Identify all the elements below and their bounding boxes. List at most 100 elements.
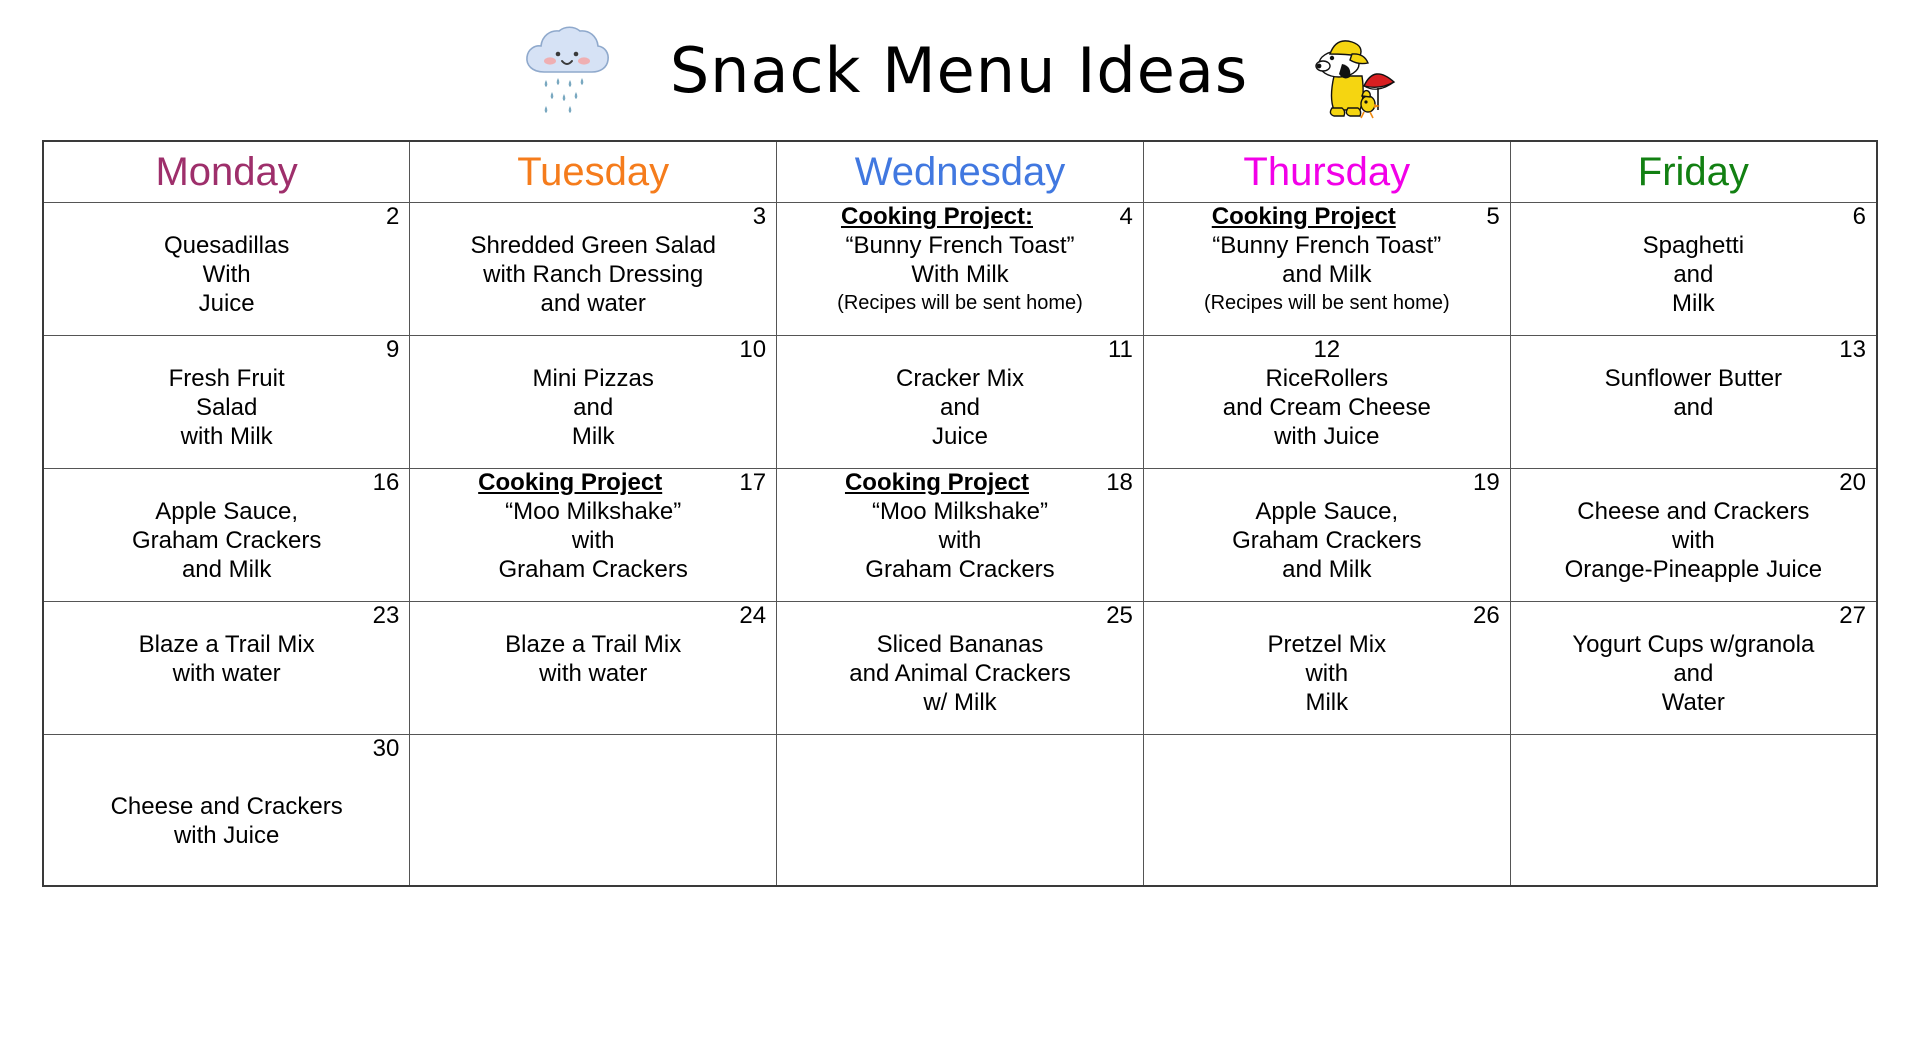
day-number: 12 (1313, 336, 1341, 363)
calendar-day-cell[interactable]: 6 Spaghetti and Milk (1509, 202, 1878, 336)
day-number: 4 (1119, 203, 1133, 230)
day-number-row: 23 (44, 602, 409, 630)
day-number-row: 20 (1511, 469, 1876, 497)
calendar-day-cell[interactable]: 3 Shredded Green Salad with Ranch Dressing… (409, 202, 778, 336)
calendar-day-cell[interactable]: Cooking Project 17 “Moo Milkshake” with Grah… (409, 468, 778, 602)
menu-item-line: Spaghetti (1642, 232, 1745, 259)
calendar-day-cell[interactable]: 25 Sliced Bananas and Animal Crackers w/ Mi… (776, 601, 1144, 735)
calendar-day-cell[interactable]: 27 Yogurt Cups w/granola and Water (1509, 601, 1878, 735)
calendar-day-cell[interactable]: 19 Apple Sauce, Graham Crackers and Milk (1142, 468, 1511, 602)
menu-item-line: Shredded Green Salad (470, 232, 716, 259)
menu-item-line: w/ Milk (923, 689, 997, 716)
day-number: 2 (385, 203, 400, 230)
day-number-row (777, 735, 1143, 763)
menu-items: Sliced Bananas and Animal Crackers w/ Milk (777, 630, 1143, 717)
menu-item-line: and water (540, 290, 646, 317)
menu-item-line: and (573, 394, 614, 421)
day-number-row: 27 (1511, 602, 1876, 630)
calendar-day-cell[interactable]: 24 Blaze a Trail Mix with water (409, 601, 778, 735)
menu-item-line: Orange-Pineapple Juice (1564, 556, 1823, 583)
calendar-day-cell[interactable]: 20 Cheese and Crackers with Orange-Pineappl… (1509, 468, 1878, 602)
day-number: 11 (1107, 336, 1133, 363)
day-header-friday: Friday (1509, 140, 1878, 203)
menu-item-line: and Cream Cheese (1222, 394, 1431, 421)
calendar-day-cell[interactable]: 11 Cracker Mix and Juice (776, 335, 1144, 469)
calendar-day-cell[interactable]: Cooking Project: 4 “Bunny French Toast” Wit… (776, 202, 1144, 336)
calendar-day-cell[interactable]: Cooking Project 5 “Bunny French Toast” and … (1142, 202, 1511, 336)
day-header-label: Monday (155, 150, 298, 194)
calendar-day-cell[interactable]: 23 Blaze a Trail Mix with water (42, 601, 411, 735)
day-number: 16 (372, 469, 400, 496)
calendar-day-cell[interactable]: Cooking Project 18 “Moo Milkshake” with Grah… (776, 468, 1144, 602)
menu-items: Spaghetti and Milk (1511, 231, 1876, 318)
day-number: 25 (1106, 602, 1133, 629)
menu-item-line: “Bunny French Toast” (1212, 232, 1442, 259)
menu-items: “Moo Milkshake” with Graham Crackers (410, 497, 776, 584)
day-number-row: 3 (410, 203, 776, 231)
menu-item-line: and Milk (1282, 261, 1372, 288)
menu-item-line: Cheese and Crackers (1577, 498, 1810, 525)
cooking-project-label: Cooking Project (844, 469, 1029, 496)
menu-item-line: with water (172, 660, 281, 687)
calendar-day-cell[interactable]: 30 Cheese and Crackers with Juice (42, 734, 411, 887)
menu-item-line: with Ranch Dressing (483, 261, 704, 288)
day-number: 30 (372, 735, 400, 762)
day-number: 17 (739, 469, 767, 496)
menu-item-line: Apple Sauce, (1255, 498, 1399, 525)
menu-item-line: with (1672, 527, 1715, 554)
snack-menu-page: Snack Menu Ideas Monday Tuesday Wednesda… (0, 0, 1920, 1054)
menu-item-line: with water (539, 660, 648, 687)
day-number-row: Cooking Project 5 (1144, 203, 1510, 231)
day-number: 19 (1472, 469, 1500, 496)
calendar-header-row: Monday Tuesday Wednesday Thursday Friday (42, 140, 1878, 203)
day-number: 24 (739, 602, 767, 629)
menu-item-line: Milk (1672, 290, 1715, 317)
menu-item-line: Graham Crackers (1232, 527, 1422, 554)
day-number: 18 (1106, 469, 1133, 496)
day-number: 23 (372, 602, 400, 629)
menu-items: Cheese and Crackers with Juice (44, 763, 409, 850)
day-number: 26 (1472, 602, 1500, 629)
calendar-day-cell[interactable]: 12 RiceRollers and Cream Cheese with Juice (1142, 335, 1511, 469)
menu-item-line: and (939, 394, 981, 421)
calendar-day-cell[interactable]: 10 Mini Pizzas and Milk (409, 335, 778, 469)
menu-item-line: Salad (195, 394, 258, 421)
menu-item-line: with (938, 527, 982, 554)
menu-item-line: Apple Sauce, (155, 498, 299, 525)
menu-items: Sunflower Butter and (1511, 364, 1876, 422)
menu-item-line: Fresh Fruit (168, 365, 285, 392)
day-header-label: Wednesday (854, 150, 1066, 194)
menu-items: Yogurt Cups w/granola and Water (1511, 630, 1876, 717)
day-header-monday: Monday (42, 140, 411, 203)
calendar-empty-cell[interactable] (409, 734, 778, 887)
day-number: 5 (1486, 203, 1500, 230)
day-number-row: 26 (1144, 602, 1510, 630)
menu-items: Mini Pizzas and Milk (410, 364, 776, 451)
calendar-week-row: 2 Quesadillas With Juice 3 Shredded Green Sal… (42, 202, 1878, 336)
menu-item-line: Graham Crackers (498, 556, 688, 583)
calendar-empty-cell[interactable] (1509, 734, 1878, 887)
day-number-row: 19 (1144, 469, 1510, 497)
calendar-day-cell[interactable]: 9 Fresh Fruit Salad with Milk (42, 335, 411, 469)
calendar-day-cell[interactable]: 26 Pretzel Mix with Milk (1142, 601, 1511, 735)
menu-item-line: “Moo Milkshake” (871, 498, 1049, 525)
calendar-day-cell[interactable]: 13 Sunflower Butter and (1509, 335, 1878, 469)
menu-item-line: Milk (1305, 689, 1349, 716)
day-header-wednesday: Wednesday (776, 140, 1144, 203)
menu-items: Apple Sauce, Graham Crackers and Milk (1144, 497, 1510, 584)
menu-item-line: Cracker Mix (895, 365, 1024, 392)
menu-items (1511, 763, 1876, 764)
calendar-day-cell[interactable]: 16 Apple Sauce, Graham Crackers and Milk (42, 468, 411, 602)
calendar-day-cell[interactable]: 2 Quesadillas With Juice (42, 202, 411, 336)
day-header-tuesday: Tuesday (409, 140, 778, 203)
cooking-project-label: Cooking Project (478, 469, 663, 496)
calendar-empty-cell[interactable] (1142, 734, 1511, 887)
day-number-row: 11 (777, 336, 1143, 364)
menu-items: RiceRollers and Cream Cheese with Juice (1144, 364, 1510, 451)
calendar-empty-cell[interactable] (776, 734, 1144, 887)
menu-item-line: Sunflower Butter (1604, 365, 1783, 392)
menu-item-line: with (571, 527, 615, 554)
menu-item-line: and (1673, 660, 1714, 687)
day-number: 3 (752, 203, 767, 230)
menu-item-line: Sliced Bananas (876, 631, 1044, 658)
